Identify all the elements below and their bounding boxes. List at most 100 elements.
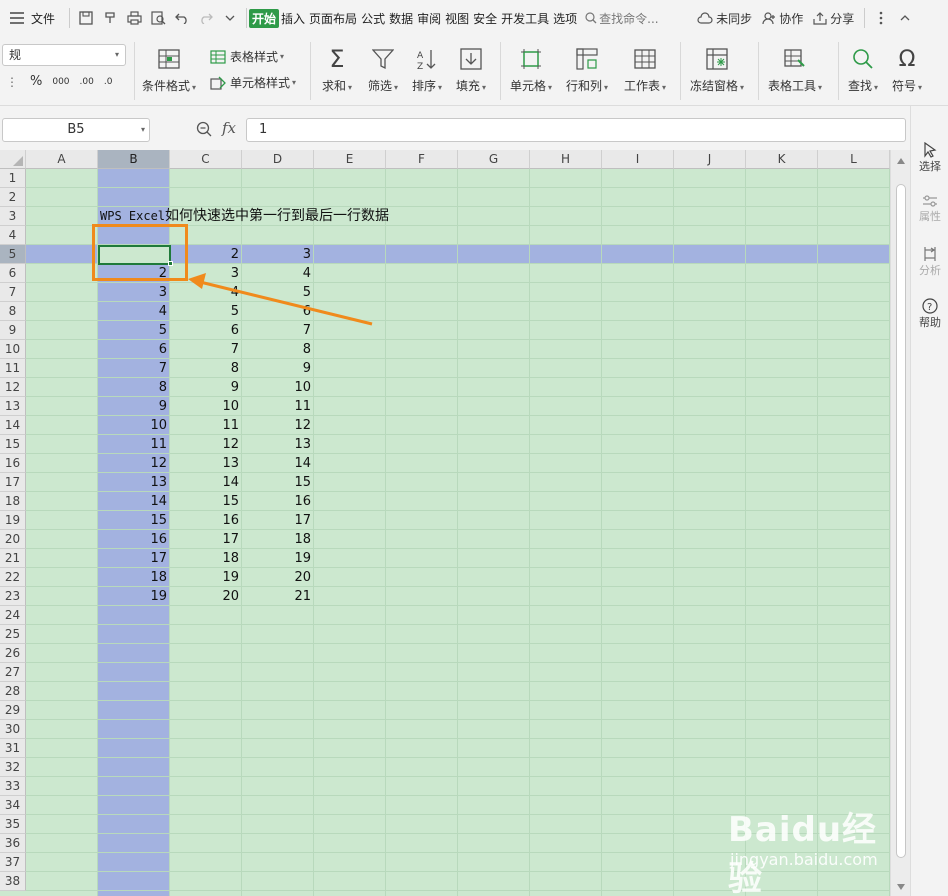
row-header-15[interactable]: 15 xyxy=(0,435,26,454)
row-header-10[interactable]: 10 xyxy=(0,340,26,359)
analysis-panel-button[interactable]: 分析 xyxy=(911,246,948,278)
cell-b13[interactable]: 9 xyxy=(98,397,170,416)
cell-d5[interactable]: 3 xyxy=(242,245,314,264)
cell-c18[interactable]: 15 xyxy=(170,492,242,511)
cell-c11[interactable]: 8 xyxy=(170,359,242,378)
row-header-4[interactable]: 4 xyxy=(0,226,26,245)
cell-d21[interactable]: 19 xyxy=(242,549,314,568)
row-header-23[interactable]: 23 xyxy=(0,587,26,606)
tab-security[interactable]: 安全 xyxy=(471,10,499,27)
tab-review[interactable]: 审阅 xyxy=(415,10,443,27)
table-style-button[interactable]: 表格样式 ▾ xyxy=(210,48,284,65)
cell-b12[interactable]: 8 xyxy=(98,378,170,397)
collapse-ribbon-icon[interactable] xyxy=(896,9,914,27)
undo-icon[interactable] xyxy=(173,9,191,27)
row-header-1[interactable]: 1 xyxy=(0,169,26,188)
cell-d12[interactable]: 10 xyxy=(242,378,314,397)
cell-b23[interactable]: 19 xyxy=(98,587,170,606)
row-header-17[interactable]: 17 xyxy=(0,473,26,492)
row-header-31[interactable]: 31 xyxy=(0,739,26,758)
cell-c22[interactable]: 19 xyxy=(170,568,242,587)
row-header-34[interactable]: 34 xyxy=(0,796,26,815)
cell-d20[interactable]: 18 xyxy=(242,530,314,549)
redo-icon[interactable] xyxy=(197,9,215,27)
properties-panel-button[interactable]: 属性 xyxy=(911,194,948,224)
row-header-8[interactable]: 8 xyxy=(0,302,26,321)
cell-b22[interactable]: 18 xyxy=(98,568,170,587)
scroll-up-icon[interactable] xyxy=(897,158,905,164)
row-header-9[interactable]: 9 xyxy=(0,321,26,340)
tab-insert[interactable]: 插入 xyxy=(279,10,307,27)
symbol-button[interactable]: Ω 符号 ▾ xyxy=(892,46,922,94)
column-header-j[interactable]: J xyxy=(674,150,746,169)
row-header-32[interactable]: 32 xyxy=(0,758,26,777)
column-header-f[interactable]: F xyxy=(386,150,458,169)
row-header-13[interactable]: 13 xyxy=(0,397,26,416)
cell-d15[interactable]: 13 xyxy=(242,435,314,454)
decrease-decimal-button[interactable]: .0 xyxy=(104,77,113,87)
insert-function-button[interactable]: fx xyxy=(222,119,236,137)
cell-b21[interactable]: 17 xyxy=(98,549,170,568)
zoom-formula-icon[interactable] xyxy=(196,121,212,137)
thousands-separator-button[interactable]: 000 xyxy=(52,77,69,87)
cell-b9[interactable]: 5 xyxy=(98,321,170,340)
row-header-35[interactable]: 35 xyxy=(0,815,26,834)
column-header-k[interactable]: K xyxy=(746,150,818,169)
row-header-21[interactable]: 21 xyxy=(0,549,26,568)
row-header-19[interactable]: 19 xyxy=(0,511,26,530)
save-icon[interactable] xyxy=(77,9,95,27)
select-all-corner[interactable] xyxy=(0,150,26,169)
cell-button[interactable]: 单元格 ▾ xyxy=(510,46,552,94)
row-header-38[interactable]: 38 xyxy=(0,872,26,891)
print-preview-icon[interactable] xyxy=(149,9,167,27)
increase-decimal-button[interactable]: .00 xyxy=(80,77,94,87)
column-header-c[interactable]: C xyxy=(170,150,242,169)
sum-button[interactable]: Σ 求和 ▾ xyxy=(322,45,352,94)
row-header-36[interactable]: 36 xyxy=(0,834,26,853)
row-header-27[interactable]: 27 xyxy=(0,663,26,682)
cell-c21[interactable]: 18 xyxy=(170,549,242,568)
number-format-select[interactable]: 规 ▾ xyxy=(2,44,126,66)
tab-view[interactable]: 视图 xyxy=(443,10,471,27)
cell-b8[interactable]: 4 xyxy=(98,302,170,321)
select-panel-button[interactable]: 选择 xyxy=(911,142,948,174)
cell-b16[interactable]: 12 xyxy=(98,454,170,473)
tab-developer[interactable]: 开发工具 xyxy=(499,10,551,27)
cell-c14[interactable]: 11 xyxy=(170,416,242,435)
sync-status-button[interactable]: 未同步 xyxy=(697,10,752,27)
cell-style-button[interactable]: 单元格样式 ▾ xyxy=(210,74,296,91)
chevron-down-icon[interactable] xyxy=(221,9,239,27)
percent-format-button[interactable]: % xyxy=(30,74,42,89)
help-panel-button[interactable]: ? 帮助 xyxy=(911,298,948,330)
cell-d19[interactable]: 17 xyxy=(242,511,314,530)
row-header-7[interactable]: 7 xyxy=(0,283,26,302)
more-options-icon[interactable] xyxy=(872,9,890,27)
row-header-20[interactable]: 20 xyxy=(0,530,26,549)
row-header-12[interactable]: 12 xyxy=(0,378,26,397)
cell-d22[interactable]: 20 xyxy=(242,568,314,587)
print-icon[interactable] xyxy=(125,9,143,27)
row-header-11[interactable]: 11 xyxy=(0,359,26,378)
share-button[interactable]: 分享 xyxy=(813,10,854,27)
find-button[interactable]: 查找 ▾ xyxy=(848,46,878,94)
tab-page-layout[interactable]: 页面布局 xyxy=(307,10,359,27)
cell-b19[interactable]: 15 xyxy=(98,511,170,530)
cell-c10[interactable]: 7 xyxy=(170,340,242,359)
row-header-14[interactable]: 14 xyxy=(0,416,26,435)
row-header-3[interactable]: 3 xyxy=(0,207,26,226)
cell-d16[interactable]: 14 xyxy=(242,454,314,473)
row-header-6[interactable]: 6 xyxy=(0,264,26,283)
cell-d13[interactable]: 11 xyxy=(242,397,314,416)
column-header-b[interactable]: B xyxy=(98,150,170,169)
formula-input[interactable]: 1 xyxy=(246,118,906,142)
cell-d18[interactable]: 16 xyxy=(242,492,314,511)
format-painter-icon[interactable] xyxy=(101,9,119,27)
row-header-29[interactable]: 29 xyxy=(0,701,26,720)
row-header-28[interactable]: 28 xyxy=(0,682,26,701)
worksheet-button[interactable]: 工作表 ▾ xyxy=(624,46,666,94)
column-header-e[interactable]: E xyxy=(314,150,386,169)
tab-formulas[interactable]: 公式 xyxy=(359,10,387,27)
cell-c23[interactable]: 20 xyxy=(170,587,242,606)
collaborate-button[interactable]: 协作 xyxy=(762,10,803,27)
cell-b14[interactable]: 10 xyxy=(98,416,170,435)
